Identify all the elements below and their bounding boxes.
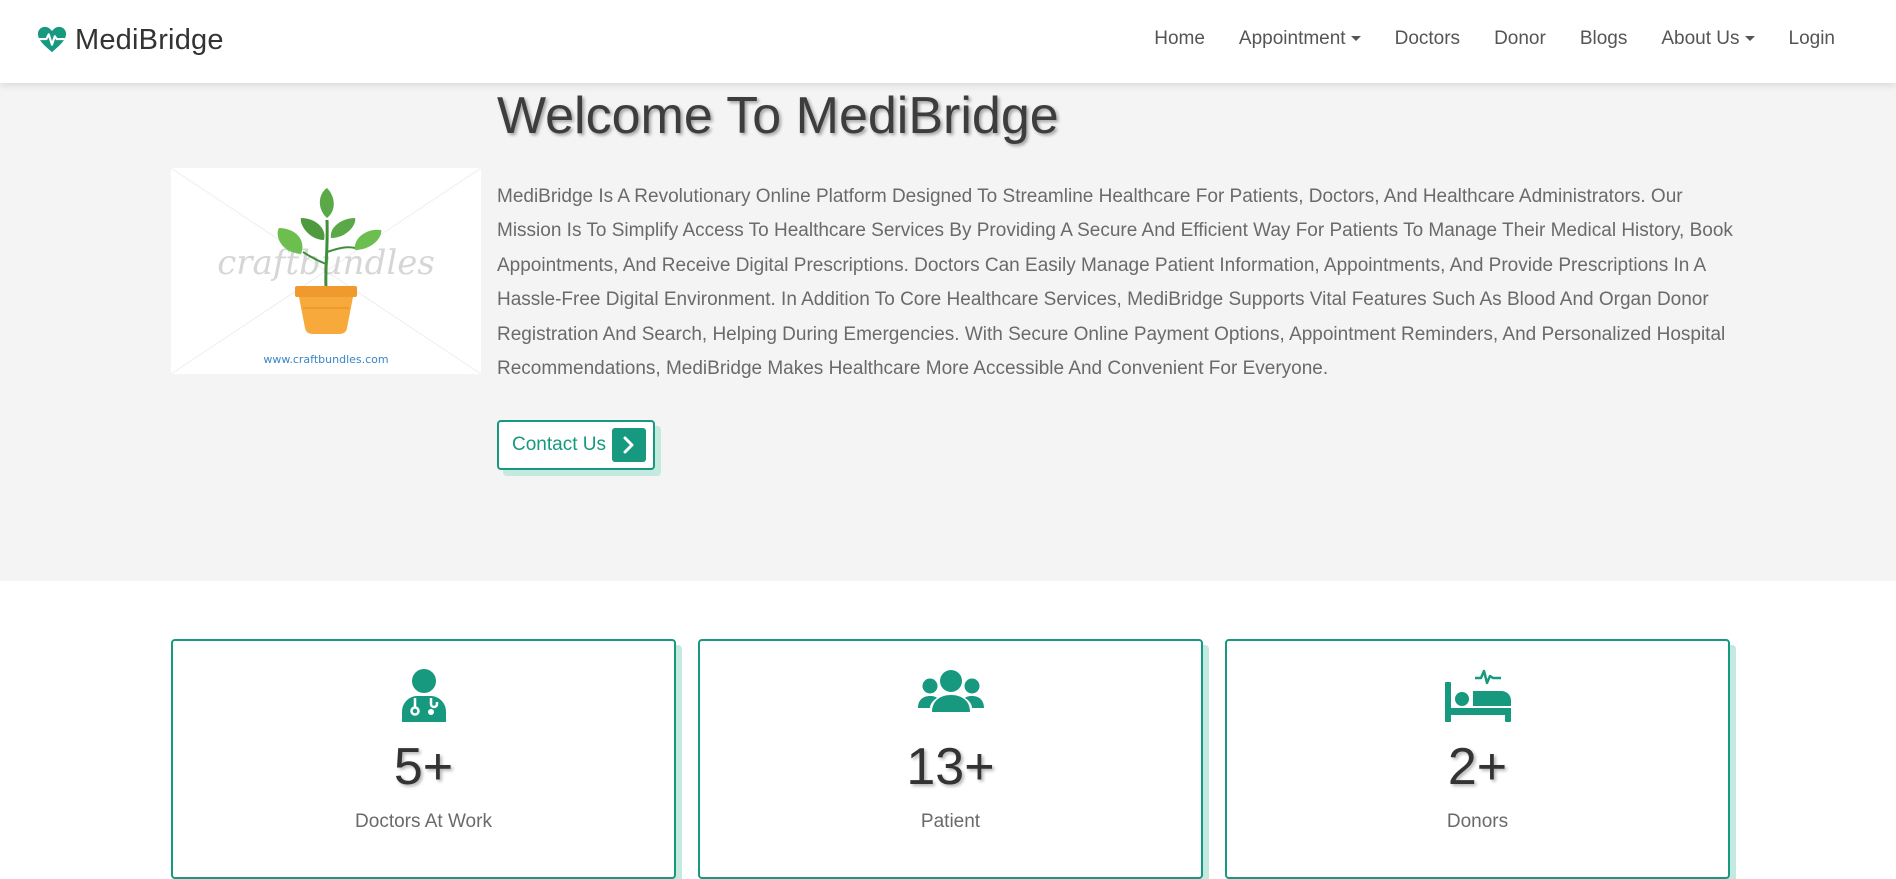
stat-card-doctors: 5+ Doctors At Work	[171, 639, 676, 879]
nav-donor[interactable]: Donor	[1477, 28, 1563, 50]
hero-description: MediBridge Is A Revolutionary Online Pla…	[497, 186, 1733, 380]
hero-title: Welcome To MediBridge	[497, 87, 1059, 145]
svg-text:www.craftbundles.com: www.craftbundles.com	[263, 353, 388, 366]
stat-value-doctors: 5+	[393, 738, 454, 796]
stat-value-donors: 2+	[1447, 738, 1508, 796]
stat-label-donors: Donors	[1446, 811, 1509, 832]
nav-about-dropdown[interactable]: About Us	[1644, 28, 1771, 50]
nav-home-label: Home	[1154, 27, 1205, 49]
plant-pot-illustration: craftbundles www.craftbundles.com	[171, 168, 481, 374]
caret-down-icon	[1744, 36, 1755, 41]
hospital-bed-icon	[1444, 669, 1511, 722]
caret-down-icon	[1350, 36, 1361, 41]
nav-appointment-label: Appointment	[1238, 27, 1346, 49]
nav-doctors[interactable]: Doctors	[1378, 28, 1477, 50]
doctor-icon	[401, 669, 446, 722]
nav-home[interactable]: Home	[1137, 28, 1222, 50]
stats-section: 5+ Doctors At Work 13+ Patient 2+ Donors	[0, 581, 1896, 879]
nav-blogs[interactable]: Blogs	[1563, 28, 1645, 50]
navbar: MediBridge Home Appointment Doctors Dono…	[0, 0, 1896, 83]
stat-label-patients: Patient	[920, 811, 981, 832]
brand-logo-link[interactable]: MediBridge	[37, 20, 224, 60]
hero-image: craftbundles www.craftbundles.com	[171, 168, 481, 374]
users-icon	[917, 670, 984, 712]
nav-about-label: About Us	[1661, 27, 1740, 49]
contact-us-label: Contact Us	[512, 434, 606, 455]
stat-value-patients: 13+	[906, 738, 995, 796]
hero-section: craftbundles www.craftbundles.com Welcom…	[0, 0, 1896, 581]
nav-login-label: Login	[1788, 27, 1836, 49]
brand-name: MediBridge	[75, 23, 224, 56]
stat-label-doctors: Doctors At Work	[355, 811, 492, 832]
main-nav: Home Appointment Doctors Donor Blogs Abo…	[1137, 0, 1852, 77]
nav-donor-label: Donor	[1494, 27, 1546, 49]
nav-blogs-label: Blogs	[1579, 27, 1628, 49]
heart-pulse-icon	[37, 26, 67, 53]
stat-card-donors: 2+ Donors	[1225, 639, 1730, 879]
nav-appointment-dropdown[interactable]: Appointment	[1222, 28, 1378, 50]
nav-login[interactable]: Login	[1772, 28, 1853, 50]
contact-us-button[interactable]: Contact Us	[497, 420, 655, 470]
nav-doctors-label: Doctors	[1394, 27, 1461, 49]
stat-card-patients: 13+ Patient	[698, 639, 1203, 879]
chevron-right-icon	[611, 428, 646, 462]
